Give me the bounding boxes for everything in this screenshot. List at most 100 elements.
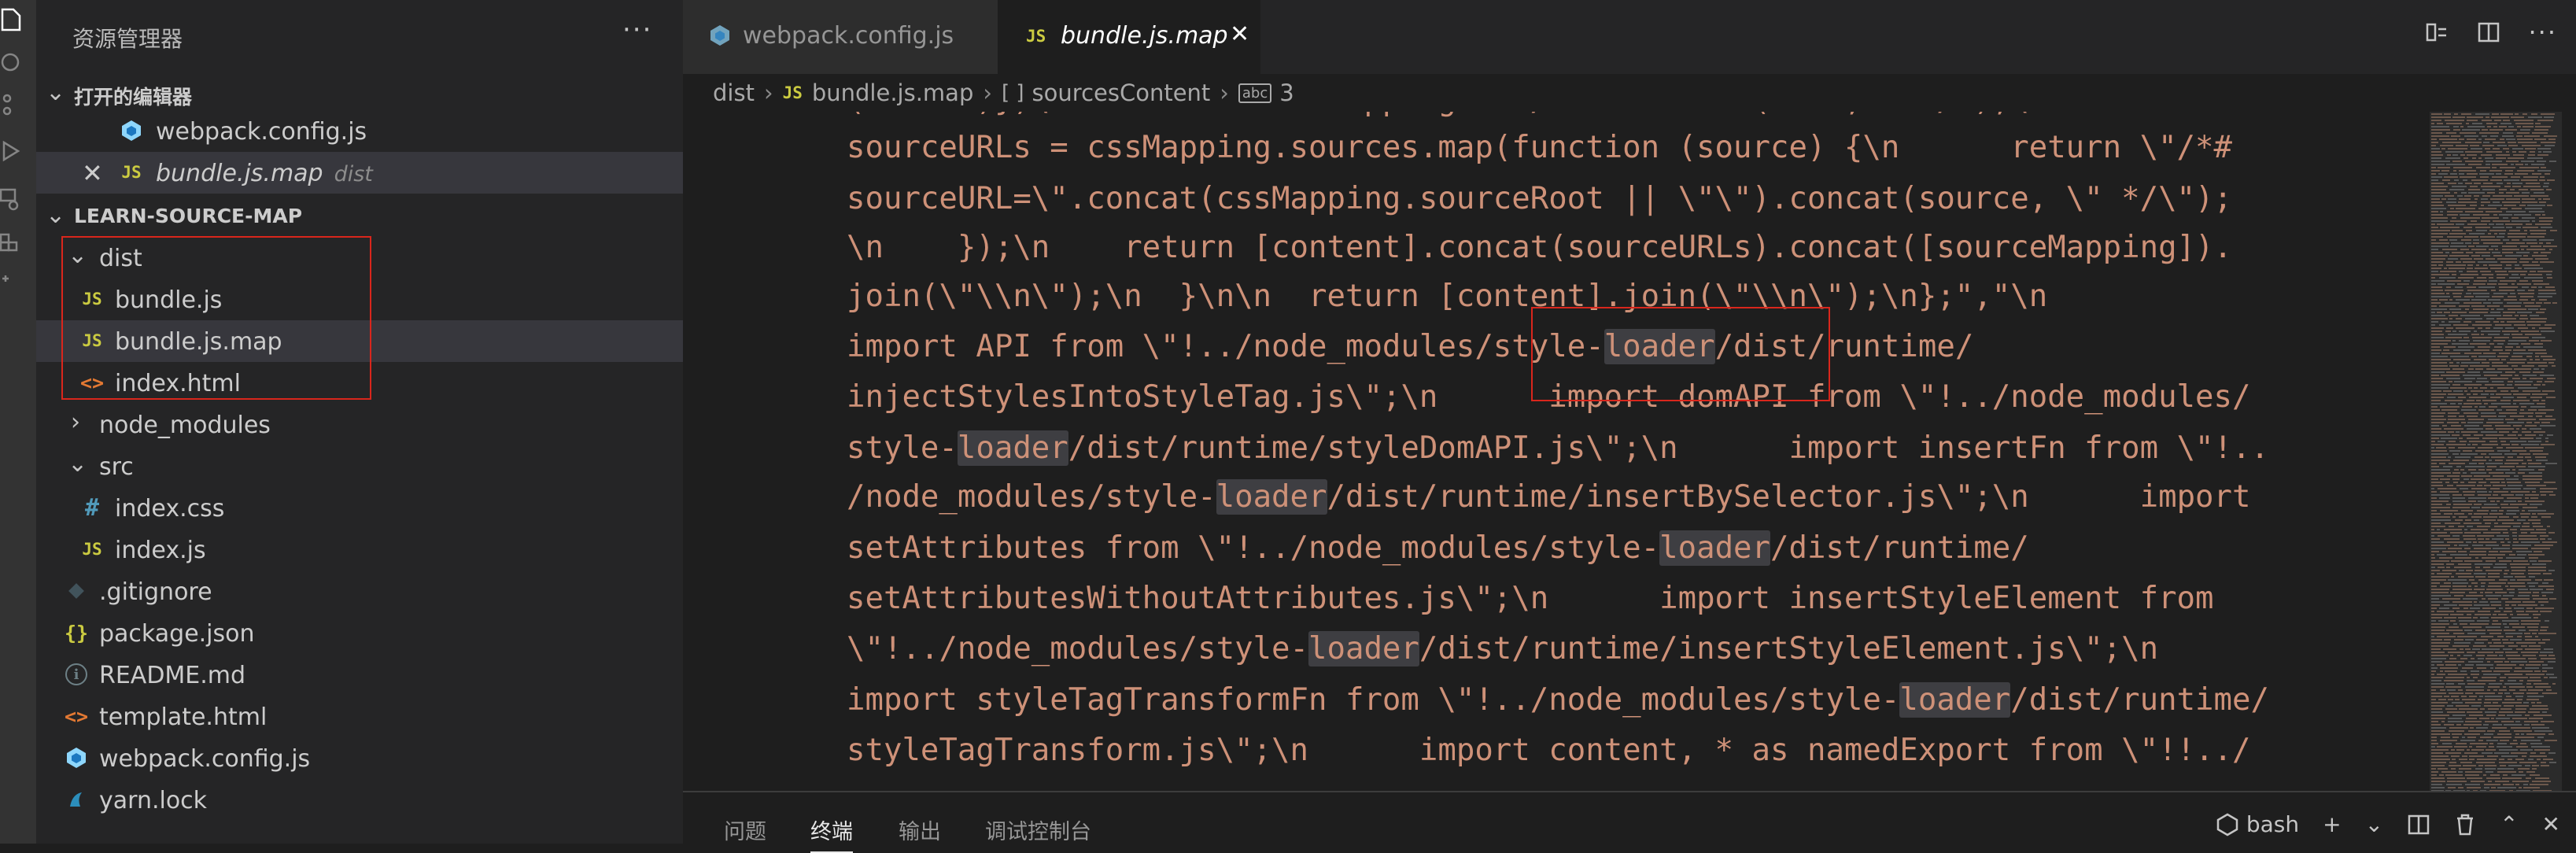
tab-webpack-config[interactable]: webpack.config.js bbox=[683, 0, 998, 74]
code-editor[interactable]: (source)})\n var sourceMapping = "/*# ".… bbox=[683, 112, 2430, 791]
js-file-icon: JS bbox=[782, 83, 803, 102]
tree-item-readme[interactable]: i README.md bbox=[36, 654, 683, 696]
split-editor-icon[interactable] bbox=[2476, 20, 2501, 45]
close-icon[interactable]: ✕ bbox=[82, 158, 103, 188]
open-editor-item[interactable]: webpack.config.js bbox=[36, 110, 683, 152]
tree-item-webpack-config[interactable]: webpack.config.js bbox=[36, 737, 683, 779]
tree-item-package-json[interactable]: {} package.json bbox=[36, 612, 683, 654]
yarn-file-icon bbox=[63, 786, 90, 813]
code-line: style-loader/dist/runtime/styleDomAPI.js… bbox=[847, 430, 2269, 466]
webpack-config-icon bbox=[710, 24, 730, 50]
search-match: loader bbox=[957, 430, 1068, 466]
tree-item-label: index.js bbox=[115, 537, 206, 564]
breadcrumb-item[interactable]: sourcesContent bbox=[1032, 79, 1211, 106]
minimap-slider[interactable] bbox=[2430, 112, 2562, 791]
js-file-icon: JS bbox=[82, 540, 102, 559]
tree-item-label: webpack.config.js bbox=[99, 745, 311, 773]
chevron-right-icon: › bbox=[1220, 79, 1229, 106]
open-editor-item-active[interactable]: ✕ JS bundle.js.map dist bbox=[36, 152, 683, 194]
sidebar-header: 资源管理器 ··· bbox=[36, 0, 683, 74]
minimap[interactable] bbox=[2430, 112, 2562, 792]
code-line: /node_modules/style-loader/dist/runtime/… bbox=[847, 479, 2251, 515]
terminal-name: bash bbox=[2246, 811, 2300, 837]
extensions-icon[interactable] bbox=[0, 224, 27, 256]
close-icon[interactable]: ✕ bbox=[2542, 811, 2560, 837]
tab-bundle-js-map[interactable]: JS bundle.js.map ✕ bbox=[998, 0, 1260, 74]
explorer-icon[interactable] bbox=[0, 4, 27, 35]
open-editors-section[interactable]: ⌄ 打开的编辑器 bbox=[36, 72, 683, 112]
project-section[interactable]: ⌄ LEARN-SOURCE-MAP bbox=[36, 195, 683, 234]
tree-item-yarn-lock[interactable]: yarn.lock bbox=[36, 779, 683, 821]
css-file-icon: # bbox=[84, 493, 100, 522]
open-editor-description: dist bbox=[334, 162, 373, 186]
webpack-config-icon bbox=[118, 117, 145, 144]
chevron-down-icon[interactable]: ⌄ bbox=[2365, 811, 2383, 837]
project-label: LEARN-SOURCE-MAP bbox=[74, 205, 303, 227]
json-file-icon: {} bbox=[64, 621, 89, 644]
git-file-icon bbox=[63, 578, 90, 604]
add-terminal-icon[interactable]: + bbox=[2323, 811, 2341, 837]
tree-item-label: src bbox=[99, 453, 134, 481]
sidebar-title: 资源管理器 bbox=[72, 26, 183, 52]
chevron-right-icon: › bbox=[763, 79, 773, 106]
code-line: import styleTagTransformFn from \"!../no… bbox=[847, 682, 2269, 718]
array-symbol-icon: [ ] bbox=[1001, 81, 1024, 105]
tree-item-label: index.css bbox=[115, 495, 225, 523]
string-symbol-icon: abc bbox=[1238, 83, 1272, 103]
maximize-panel-icon[interactable]: ⌃ bbox=[2500, 811, 2518, 837]
code-line: sourceURL=\".concat(cssMapping.sourceRoo… bbox=[847, 181, 2232, 216]
tree-item-label: package.json bbox=[99, 620, 255, 648]
terminal-selector[interactable]: bash bbox=[2216, 811, 2299, 837]
split-terminal-icon[interactable] bbox=[2407, 813, 2430, 836]
editor-tabs: webpack.config.js JS bundle.js.map ✕ ··· bbox=[683, 0, 2576, 74]
chevron-right-icon: › bbox=[983, 79, 992, 106]
tree-item-template-html[interactable]: <> template.html bbox=[36, 696, 683, 737]
tree-item-index-css[interactable]: # index.css bbox=[36, 487, 683, 529]
breadcrumb-item[interactable]: 3 bbox=[1279, 79, 1294, 106]
breadcrumb-item[interactable]: dist bbox=[713, 79, 755, 106]
search-match: loader bbox=[1308, 631, 1419, 667]
code-line: sourceURLs = cssMapping.sources.map(func… bbox=[847, 130, 2232, 165]
open-editors-label: 打开的编辑器 bbox=[74, 86, 193, 109]
chevron-right-icon: › bbox=[71, 408, 80, 436]
code-line: \"!../node_modules/style-loader/dist/run… bbox=[847, 631, 2159, 667]
terminal-shell-icon bbox=[2216, 813, 2238, 836]
tab-terminal[interactable]: 终端 bbox=[810, 814, 853, 853]
bottom-panel: 问题 终端 输出 调试控制台 bash + ⌄ ⌃ ✕ bbox=[683, 791, 2576, 853]
vertical-scrollbar[interactable] bbox=[2562, 112, 2576, 791]
tree-item-gitignore[interactable]: .gitignore bbox=[36, 571, 683, 612]
code-line: setAttributesWithoutAttributes.js\";\n i… bbox=[847, 581, 2214, 616]
search-match: loader bbox=[1899, 682, 2011, 718]
more-actions-icon[interactable]: ··· bbox=[2528, 17, 2557, 47]
source-control-icon[interactable] bbox=[0, 88, 27, 120]
webpack-config-icon bbox=[63, 744, 90, 771]
tree-item-label: README.md bbox=[99, 662, 246, 689]
js-file-icon: JS bbox=[1026, 27, 1046, 46]
breadcrumb-item[interactable]: bundle.js.map bbox=[812, 79, 974, 106]
trash-icon[interactable] bbox=[2454, 813, 2476, 836]
tree-item-label: .gitignore bbox=[99, 578, 212, 606]
tree-item-index-js[interactable]: JS index.js bbox=[36, 529, 683, 571]
tab-debug-console[interactable]: 调试控制台 bbox=[985, 814, 1091, 845]
chevron-down-icon: ⌄ bbox=[46, 201, 66, 229]
run-debug-icon[interactable] bbox=[0, 135, 27, 167]
chevron-down-icon: ⌄ bbox=[46, 79, 66, 106]
annotation-red-box bbox=[61, 236, 371, 400]
tab-label: bundle.js.map bbox=[1061, 22, 1228, 50]
activity-bar bbox=[0, 0, 36, 844]
code-line: setAttributes from \"!../node_modules/st… bbox=[847, 530, 2029, 566]
more-actions-icon[interactable]: ··· bbox=[622, 14, 652, 46]
code-line: join(\"\\n\");\n }\n\n return [content].… bbox=[847, 279, 2048, 314]
git-graph-icon[interactable] bbox=[0, 271, 27, 303]
tree-folder-node-modules[interactable]: › node_modules bbox=[36, 404, 683, 445]
close-icon[interactable]: ✕ bbox=[1230, 20, 1249, 48]
open-editor-filename: bundle.js.map bbox=[156, 160, 323, 187]
tab-problems[interactable]: 问题 bbox=[724, 814, 766, 845]
search-icon[interactable] bbox=[0, 47, 27, 79]
compare-icon[interactable] bbox=[2424, 20, 2449, 45]
tree-folder-src[interactable]: ⌄ src bbox=[36, 445, 683, 487]
tab-output[interactable]: 输出 bbox=[899, 814, 941, 845]
remote-explorer-icon[interactable] bbox=[0, 183, 27, 214]
tree-item-label: node_modules bbox=[99, 412, 271, 439]
code-line: styleTagTransform.js\";\n import content… bbox=[847, 733, 2251, 768]
